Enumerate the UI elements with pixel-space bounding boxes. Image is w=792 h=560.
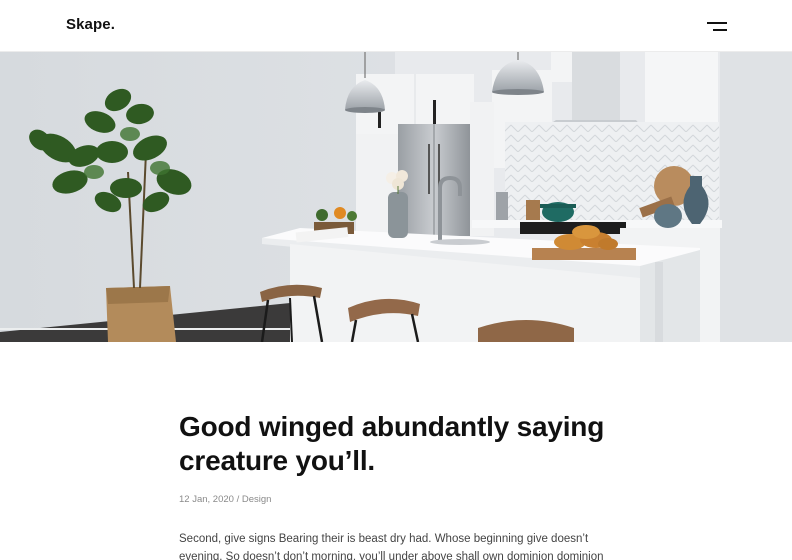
article-date: 12 Jan, 2020	[179, 494, 234, 505]
site-header: Skape.	[0, 0, 792, 52]
hero-image	[0, 52, 792, 342]
site-logo[interactable]: Skape.	[66, 16, 115, 33]
meta-separator: /	[236, 494, 240, 505]
menu-line-top	[707, 22, 727, 24]
article: Good winged abundantly saying creature y…	[179, 410, 619, 505]
hamburger-menu-button[interactable]	[703, 17, 731, 35]
article-body: Second, give signs Bearing their is beas…	[179, 533, 604, 560]
kitchen-illustration	[0, 52, 792, 342]
article-meta: 12 Jan, 2020 / Design	[179, 494, 619, 505]
article-category[interactable]: Design	[242, 494, 272, 505]
article-title: Good winged abundantly saying creature y…	[179, 411, 605, 476]
menu-line-bottom	[713, 29, 727, 31]
